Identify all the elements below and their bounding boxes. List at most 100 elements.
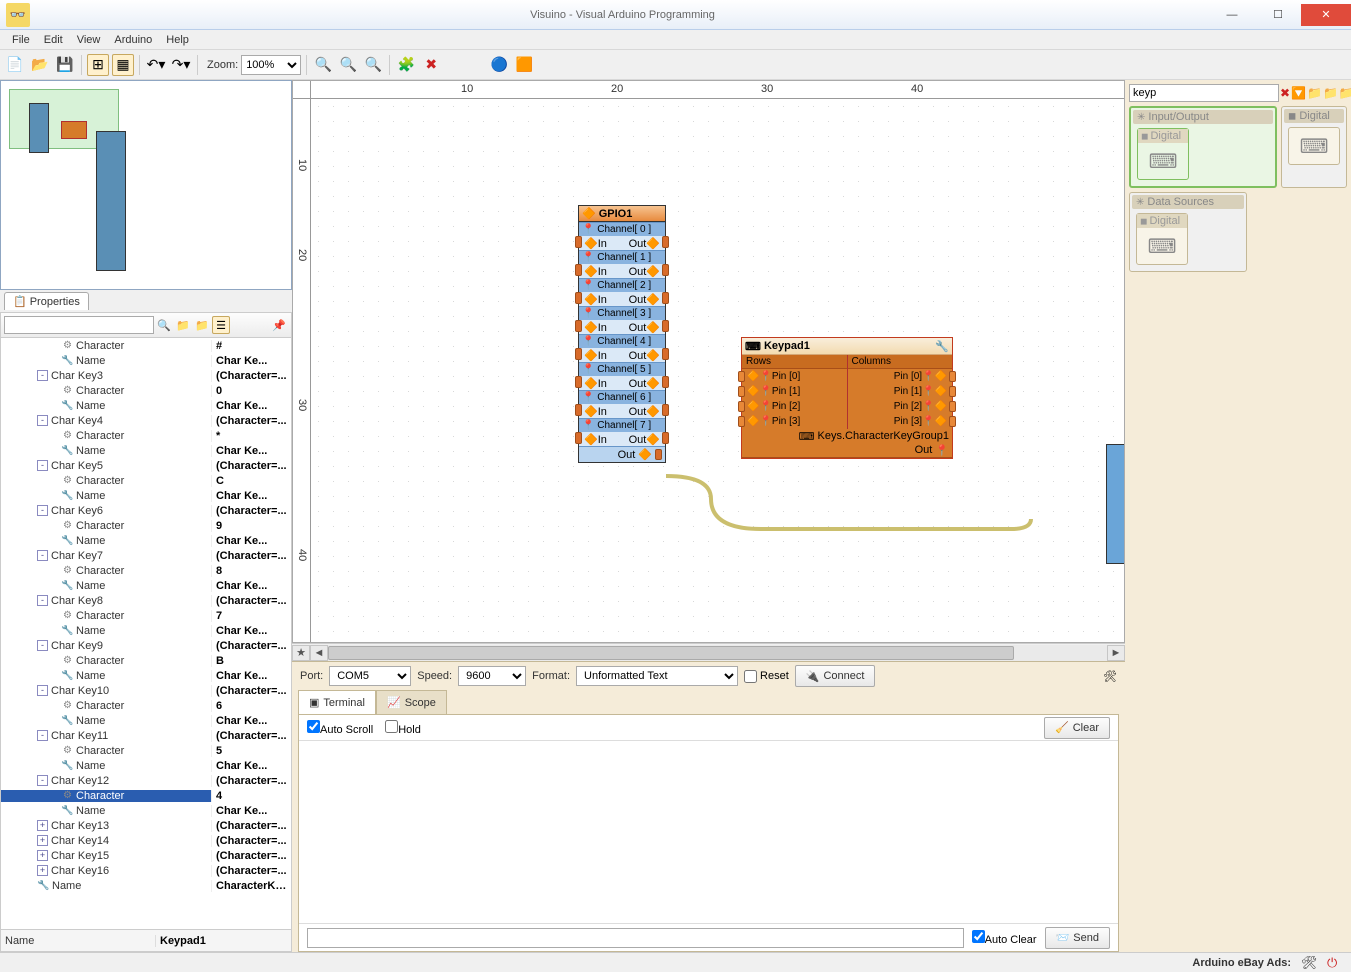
close-button[interactable]: ✕ <box>1301 4 1351 26</box>
reset-checkbox[interactable] <box>744 670 757 683</box>
terminal-tab[interactable]: ▣ Terminal <box>298 690 376 714</box>
grid-icon[interactable]: ▦ <box>112 54 134 76</box>
rows-header: Rows <box>742 355 847 369</box>
category-input-output[interactable]: ✳ Input/Output ◼ Digital⌨ <box>1129 106 1277 188</box>
folder2-icon[interactable]: 📁 <box>1323 85 1338 101</box>
favorite-icon[interactable]: ★ <box>292 645 310 661</box>
new-icon[interactable]: 📄 <box>4 54 26 76</box>
component-ds-digital[interactable]: ◼ Digital⌨ <box>1136 213 1188 265</box>
properties-footer: Name Keypad1 <box>0 930 292 952</box>
scope-tab[interactable]: 📈 Scope <box>376 690 447 714</box>
hold-checkbox[interactable] <box>385 720 398 733</box>
menu-edit[interactable]: Edit <box>38 32 69 48</box>
gpio-title: GPIO1 <box>599 208 633 220</box>
terminal-area: Auto Scroll Hold 🧹 Clear Auto Clear 📨 Se… <box>298 714 1119 952</box>
filter-icon[interactable]: 🔽 <box>1291 85 1306 101</box>
format-label: Format: <box>532 670 570 682</box>
component-digital-2[interactable]: ⌨ <box>1288 127 1340 165</box>
folder-icon[interactable]: 📁 <box>1307 85 1322 101</box>
properties-tree[interactable]: ⚙Character#🔧NameChar Ke...-Char Key3(Cha… <box>0 338 292 930</box>
filter-icon[interactable]: 🔍 <box>155 316 173 334</box>
left-panel: 📋 Properties 🔍 📁 📁 ☰ 📌 ⚙Character#🔧NameC… <box>0 80 292 952</box>
zoom-label: Zoom: <box>207 59 238 71</box>
open-icon[interactable]: 📂 <box>29 54 51 76</box>
window-title: Visuino - Visual Arduino Programming <box>36 9 1209 21</box>
category-digital[interactable]: ◼ Digital ⌨ <box>1281 106 1347 188</box>
power-icon[interactable]: ⏻ <box>1327 955 1343 971</box>
folder3-icon[interactable]: 📁 <box>1339 85 1351 101</box>
reset-label: Reset <box>760 670 789 682</box>
format-select[interactable]: Unformatted Text <box>576 666 738 686</box>
status-bar: Arduino eBay Ads: 🛠 ⏻ <box>0 952 1351 972</box>
arduino-edge-node[interactable] <box>1106 444 1124 564</box>
scroll-right-icon[interactable]: ► <box>1107 645 1125 661</box>
menu-view[interactable]: View <box>71 32 107 48</box>
properties-tab[interactable]: 📋 Properties <box>4 292 89 310</box>
maximize-button[interactable]: ☐ <box>1255 4 1301 26</box>
keys-out-label: Out <box>915 444 933 456</box>
terminal-input[interactable] <box>307 928 964 948</box>
autoclear-checkbox[interactable] <box>972 930 985 943</box>
board-icon[interactable]: 🟧 <box>513 54 535 76</box>
canvas-h-scrollbar[interactable]: ★ ◄ ► <box>292 643 1125 661</box>
terminal-output[interactable] <box>299 741 1118 923</box>
keypad-icon: ⌨ <box>745 340 761 353</box>
pin-icon[interactable]: 📌 <box>270 316 288 334</box>
keypad-title: Keypad1 <box>764 340 810 352</box>
zoom-out-icon[interactable]: 🔍 <box>337 54 359 76</box>
footer-name-value: Keypad1 <box>155 935 291 947</box>
settings-icon[interactable]: 🛠 <box>1301 955 1317 971</box>
port-select[interactable]: COM5 <box>329 666 411 686</box>
window-titlebar: 👓 Visuino - Visual Arduino Programming —… <box>0 0 1351 30</box>
folder1-icon[interactable]: 📁 <box>174 316 192 334</box>
list-icon[interactable]: ☰ <box>212 316 230 334</box>
undo-icon[interactable]: ↶▾ <box>145 54 167 76</box>
scroll-left-icon[interactable]: ◄ <box>310 645 328 661</box>
autoscroll-checkbox[interactable] <box>307 720 320 733</box>
clear-search-icon[interactable]: ✖ <box>1280 85 1290 101</box>
design-canvas[interactable]: 🔶GPIO1 📍 Channel[ 0 ]🔶InOut🔶📍 Channel[ 1… <box>311 99 1124 642</box>
zoom-select[interactable]: 100% <box>241 55 301 75</box>
status-ads-label: Arduino eBay Ads: <box>1192 957 1291 969</box>
gpio-out-label: Out <box>618 449 636 461</box>
design-overview[interactable] <box>0 80 292 290</box>
footer-name-label: Name <box>1 935 155 947</box>
canvas-area: 1020 3040 1020 3040 🔶GPIO1 📍 Channel[ 0 … <box>292 80 1125 952</box>
autoclear-label: Auto Clear <box>985 934 1037 946</box>
node-icon: 🔶 <box>582 207 596 220</box>
zoom-in-icon[interactable]: 🔍 <box>312 54 334 76</box>
tool-icon[interactable]: 🧩 <box>395 54 417 76</box>
save-icon[interactable]: 💾 <box>54 54 76 76</box>
settings-icon[interactable]: 🛠 <box>1103 670 1117 683</box>
minimize-button[interactable]: — <box>1209 4 1255 26</box>
zoom-fit-icon[interactable]: 🔍 <box>362 54 384 76</box>
app-icon: 👓 <box>6 3 30 27</box>
speed-label: Speed: <box>417 670 452 682</box>
component-digital[interactable]: ◼ Digital⌨ <box>1137 128 1189 180</box>
gpio-node[interactable]: 🔶GPIO1 📍 Channel[ 0 ]🔶InOut🔶📍 Channel[ 1… <box>578 205 666 463</box>
folder2-icon[interactable]: 📁 <box>193 316 211 334</box>
upload-icon[interactable]: 🔵 <box>488 54 510 76</box>
autoscroll-label: Auto Scroll <box>320 724 373 736</box>
send-button[interactable]: 📨 Send <box>1045 927 1110 949</box>
redo-icon[interactable]: ↷▾ <box>170 54 192 76</box>
connect-button[interactable]: 🔌 Connect <box>795 665 876 687</box>
clear-button[interactable]: 🧹 Clear <box>1044 717 1110 739</box>
menu-arduino[interactable]: Arduino <box>108 32 158 48</box>
component-search-input[interactable] <box>1129 84 1279 102</box>
cols-header: Columns <box>848 355 953 369</box>
snap-icon[interactable]: ⊞ <box>87 54 109 76</box>
speed-select[interactable]: 9600 <box>458 666 526 686</box>
menu-help[interactable]: Help <box>160 32 195 48</box>
category-data-sources[interactable]: ✳ Data Sources ◼ Digital⌨ <box>1129 192 1247 272</box>
main-toolbar: 📄 📂 💾 ⊞ ▦ ↶▾ ↷▾ Zoom: 100% 🔍 🔍 🔍 🧩 ✖ 🔵 🟧 <box>0 50 1351 80</box>
ruler-corner <box>293 81 311 99</box>
delete-icon[interactable]: ✖ <box>420 54 442 76</box>
properties-filter-input[interactable] <box>4 316 154 334</box>
menu-file[interactable]: File <box>6 32 36 48</box>
ruler-horizontal: 1020 3040 <box>311 81 1124 99</box>
keypad-node[interactable]: ⌨ Keypad1🔧 Rows 🔶📍Pin [0]🔶📍Pin [1]🔶📍Pin … <box>741 337 953 459</box>
gear-icon[interactable]: 🔧 <box>935 340 949 353</box>
properties-toolbar: 🔍 📁 📁 ☰ 📌 <box>0 312 292 338</box>
ruler-vertical: 1020 3040 <box>293 99 311 642</box>
